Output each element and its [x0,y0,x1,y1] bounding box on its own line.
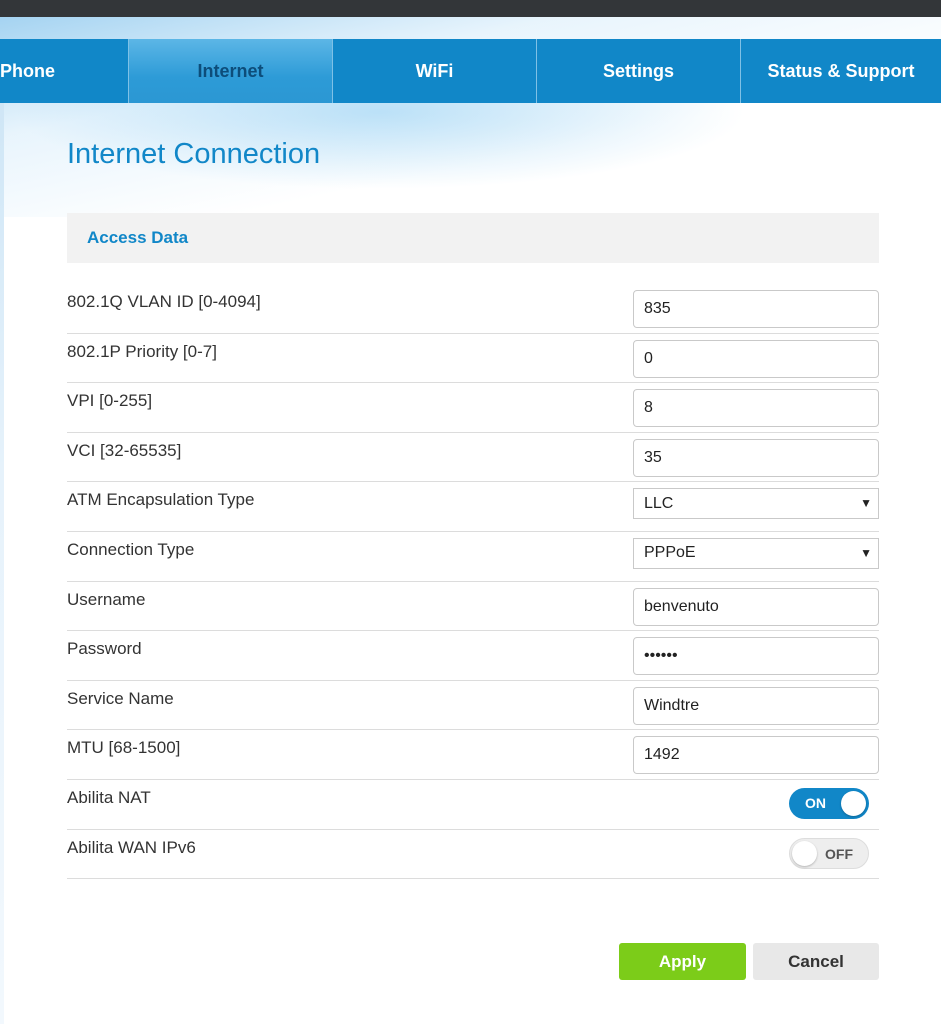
nat-toggle-state: ON [805,794,826,811]
tab-status-support[interactable]: Status & Support [741,39,941,103]
tab-status-support-label: Status & Support [767,60,915,81]
wan-ipv6-toggle-knob [792,840,817,866]
section-title: Access Data [87,228,189,247]
vci-label: VCI [32-65535] [67,440,182,460]
access-data-form: 802.1Q VLAN ID [0-4094] 835 802.1P Prior… [67,284,879,880]
connection-type-value: PPPoE [644,544,696,562]
wan-ipv6-label: Abilita WAN IPv6 [67,837,196,857]
vlan-id-label: 802.1Q VLAN ID [0-4094] [67,292,261,311]
tab-phone[interactable]: Phone [0,39,129,103]
username-input[interactable]: benvenuto [633,587,879,626]
password-input[interactable]: •••••• [633,637,879,676]
nat-toggle-knob [841,790,866,816]
priority-label: 802.1P Priority [0-7] [67,341,217,361]
tab-wifi[interactable]: WiFi [333,39,537,103]
mtu-label: MTU [68-1500] [67,738,181,758]
form-row-connection-type: Connection Type PPPoE ▼ [67,532,879,582]
form-row-mtu: MTU [68-1500] 1492 [67,730,879,780]
tab-settings[interactable]: Settings [537,39,741,103]
connection-type-select[interactable]: PPPoE ▼ [633,537,879,569]
vlan-id-input[interactable]: 835 [633,290,879,328]
main-nav: Phone Internet WiFi Settings Status & Su… [0,39,941,103]
vpi-label: VPI [0-255] [67,391,153,411]
wan-ipv6-toggle-state: OFF [825,845,853,862]
atm-encapsulation-select[interactable]: LLC ▼ [633,488,879,520]
tab-internet[interactable]: Internet [129,39,333,103]
nat-label: Abilita NAT [67,787,151,807]
left-edge-decoration [0,103,4,1024]
form-row-wan-ipv6: Abilita WAN IPv6 OFF [67,830,879,880]
password-label: Password [67,639,142,659]
mtu-input[interactable]: 1492 [633,736,879,775]
section-header-access-data: Access Data [67,213,879,263]
tab-wifi-label: WiFi [415,60,454,81]
form-row-nat: Abilita NAT ON [67,780,879,830]
username-label: Username [67,589,146,609]
vpi-input[interactable]: 8 [633,389,879,428]
cancel-button[interactable]: Cancel [753,943,879,980]
form-row-service-name: Service Name Windtre [67,681,879,731]
form-row-vpi: VPI [0-255] 8 [67,383,879,433]
browser-top-strip [0,0,941,17]
form-row-vci: VCI [32-65535] 35 [67,433,879,483]
form-row-vlan-id: 802.1Q VLAN ID [0-4094] 835 [67,284,879,334]
nat-toggle[interactable]: ON [789,787,869,819]
atm-encapsulation-value: LLC [644,494,674,512]
service-name-label: Service Name [67,688,174,708]
priority-input[interactable]: 0 [633,339,879,378]
wan-ipv6-toggle[interactable]: OFF [789,837,869,869]
form-row-priority: 802.1P Priority [0-7] 0 [67,334,879,384]
tab-phone-label: Phone [0,60,56,81]
form-row-username: Username benvenuto [67,582,879,632]
tab-settings-label: Settings [602,60,674,81]
tab-internet-label: Internet [197,60,264,81]
form-row-atm-encapsulation: ATM Encapsulation Type LLC ▼ [67,482,879,532]
caret-down-icon: ▼ [860,496,872,511]
vci-input[interactable]: 35 [633,438,879,477]
form-row-password: Password •••••• [67,631,879,681]
apply-button[interactable]: Apply [619,943,746,980]
page-title: Internet Connection [67,138,321,170]
atm-encapsulation-label: ATM Encapsulation Type [67,490,255,510]
connection-type-label: Connection Type [67,539,195,559]
service-name-input[interactable]: Windtre [633,686,879,725]
caret-down-icon: ▼ [860,545,872,560]
